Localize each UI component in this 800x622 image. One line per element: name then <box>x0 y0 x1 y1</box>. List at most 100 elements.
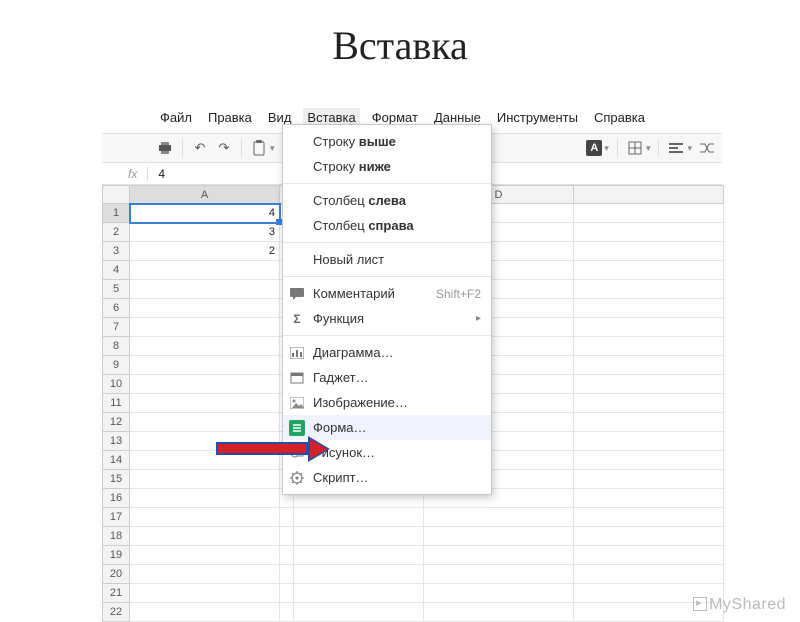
row-header[interactable]: 8 <box>102 337 130 356</box>
redo-icon[interactable]: ↷ <box>215 139 233 157</box>
row-header[interactable]: 20 <box>102 565 130 584</box>
cell[interactable] <box>574 337 724 356</box>
cell[interactable] <box>130 470 280 489</box>
merge-icon[interactable] <box>698 139 716 157</box>
cell[interactable] <box>130 261 280 280</box>
menu-edit[interactable]: Правка <box>204 108 256 127</box>
align-icon[interactable] <box>667 139 685 157</box>
cell[interactable] <box>280 546 294 565</box>
row-header[interactable]: 13 <box>102 432 130 451</box>
cell[interactable] <box>574 280 724 299</box>
row-header[interactable]: 14 <box>102 451 130 470</box>
menu-help[interactable]: Справка <box>590 108 649 127</box>
cell[interactable] <box>574 394 724 413</box>
cell[interactable] <box>424 546 574 565</box>
cell[interactable] <box>280 527 294 546</box>
cell[interactable] <box>130 356 280 375</box>
row-header[interactable]: 2 <box>102 223 130 242</box>
menu-tools[interactable]: Инструменты <box>493 108 582 127</box>
cell[interactable] <box>280 508 294 527</box>
column-header[interactable] <box>574 185 724 204</box>
formula-value[interactable]: 4 <box>158 167 165 181</box>
cell[interactable]: 4 <box>130 204 280 223</box>
row-header[interactable]: 1 <box>102 204 130 223</box>
row-header[interactable]: 18 <box>102 527 130 546</box>
text-color-icon[interactable]: A <box>586 140 602 156</box>
cell[interactable] <box>574 565 724 584</box>
cell[interactable] <box>130 489 280 508</box>
row-header[interactable]: 17 <box>102 508 130 527</box>
cell[interactable] <box>424 603 574 622</box>
cell[interactable] <box>130 375 280 394</box>
undo-icon[interactable]: ↶ <box>191 139 209 157</box>
row-header[interactable]: 16 <box>102 489 130 508</box>
borders-icon[interactable] <box>626 139 644 157</box>
cell[interactable] <box>574 356 724 375</box>
cell[interactable] <box>280 603 294 622</box>
row-header[interactable]: 10 <box>102 375 130 394</box>
cell[interactable] <box>130 584 280 603</box>
row-header[interactable]: 12 <box>102 413 130 432</box>
menu-item[interactable]: КомментарийShift+F2 <box>283 281 491 306</box>
menu-item[interactable]: Строку ниже <box>283 154 491 179</box>
cell[interactable]: 3 <box>130 223 280 242</box>
menu-item[interactable]: Столбец слева <box>283 188 491 213</box>
menu-item[interactable]: ΣФункция▸ <box>283 306 491 331</box>
cell[interactable] <box>574 489 724 508</box>
cell[interactable] <box>574 432 724 451</box>
cell[interactable] <box>130 337 280 356</box>
cell[interactable] <box>294 565 424 584</box>
row-header[interactable]: 5 <box>102 280 130 299</box>
row-header[interactable]: 22 <box>102 603 130 622</box>
cell[interactable] <box>574 413 724 432</box>
menu-item[interactable]: Строку выше <box>283 129 491 154</box>
cell[interactable] <box>130 565 280 584</box>
cell[interactable] <box>574 204 724 223</box>
cell[interactable] <box>574 261 724 280</box>
menu-item[interactable]: Столбец справа <box>283 213 491 238</box>
menu-item[interactable]: Гаджет… <box>283 365 491 390</box>
cell[interactable] <box>424 584 574 603</box>
cell[interactable] <box>574 527 724 546</box>
cell[interactable] <box>130 603 280 622</box>
row-header[interactable]: 11 <box>102 394 130 413</box>
cell[interactable]: 2 <box>130 242 280 261</box>
cell[interactable] <box>574 470 724 489</box>
menu-item[interactable]: Новый лист <box>283 247 491 272</box>
cell[interactable] <box>424 508 574 527</box>
cell[interactable] <box>574 318 724 337</box>
row-header[interactable]: 9 <box>102 356 130 375</box>
cell[interactable] <box>574 546 724 565</box>
menu-file[interactable]: Файл <box>156 108 196 127</box>
cell[interactable] <box>130 546 280 565</box>
column-header-a[interactable]: A <box>130 185 280 204</box>
cell[interactable] <box>130 299 280 318</box>
cell[interactable] <box>294 584 424 603</box>
menu-item[interactable]: Скрипт… <box>283 465 491 490</box>
row-header[interactable]: 19 <box>102 546 130 565</box>
menu-item[interactable]: Изображение… <box>283 390 491 415</box>
cell[interactable] <box>280 565 294 584</box>
cell[interactable] <box>424 565 574 584</box>
cell[interactable] <box>130 527 280 546</box>
print-icon[interactable] <box>156 139 174 157</box>
cell[interactable] <box>130 394 280 413</box>
cell[interactable] <box>424 527 574 546</box>
cell[interactable] <box>574 508 724 527</box>
cell[interactable] <box>294 508 424 527</box>
cell[interactable] <box>130 318 280 337</box>
cell[interactable] <box>574 375 724 394</box>
cell[interactable] <box>130 508 280 527</box>
cell[interactable] <box>294 527 424 546</box>
row-header[interactable]: 7 <box>102 318 130 337</box>
menu-item[interactable]: Диаграмма… <box>283 340 491 365</box>
row-header[interactable]: 6 <box>102 299 130 318</box>
cell[interactable] <box>130 413 280 432</box>
cell[interactable] <box>130 280 280 299</box>
row-header[interactable]: 15 <box>102 470 130 489</box>
select-all-corner[interactable] <box>102 185 130 204</box>
cell[interactable] <box>574 451 724 470</box>
cell[interactable] <box>294 603 424 622</box>
cell[interactable] <box>574 223 724 242</box>
row-header[interactable]: 4 <box>102 261 130 280</box>
